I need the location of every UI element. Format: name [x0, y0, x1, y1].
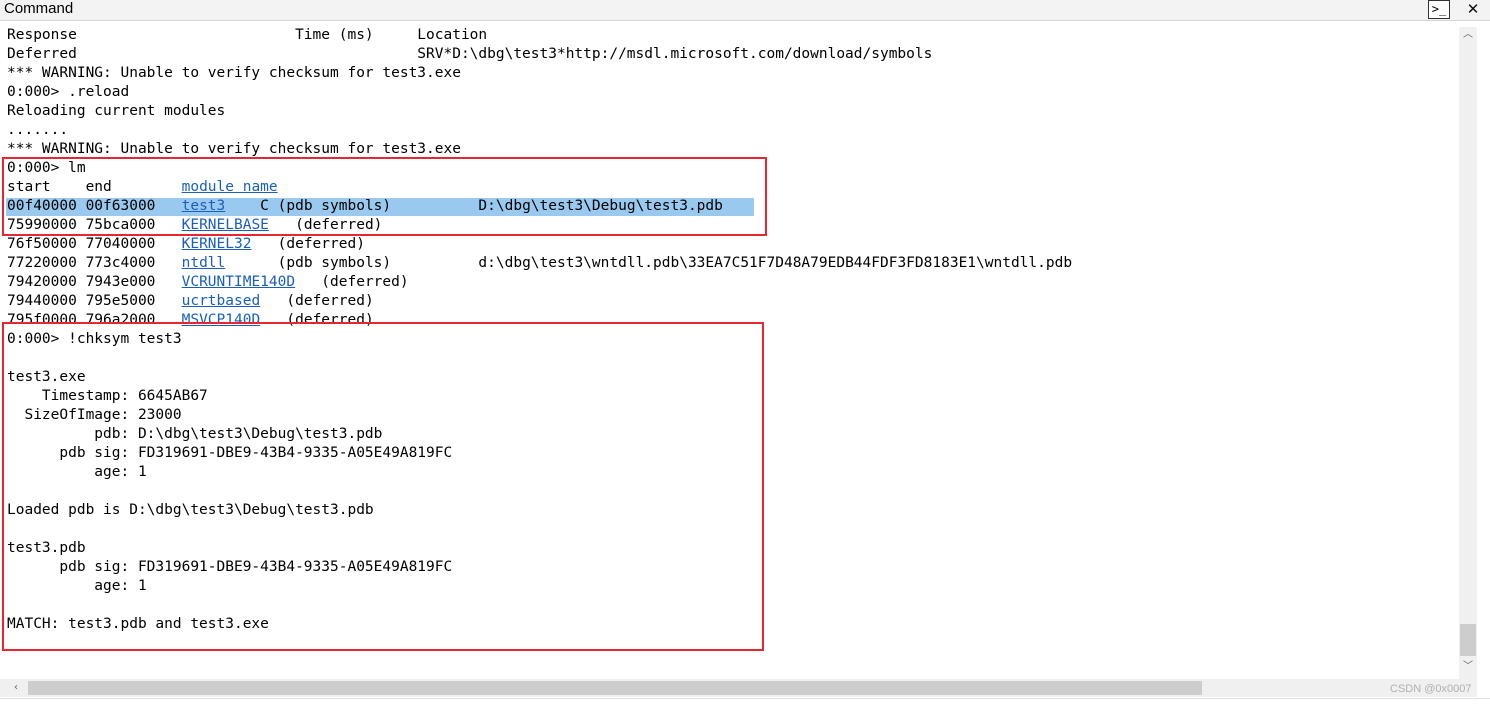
output-line: 0:000> .reload	[7, 84, 130, 100]
output-line: 76f50000 77040000 KERNEL32 (deferred)	[7, 236, 365, 252]
horizontal-scrollbar[interactable]: ‹	[0, 679, 1477, 697]
module-link[interactable]: ntdll	[182, 255, 226, 271]
output-line: 79440000 795e5000 ucrtbased (deferred)	[7, 293, 374, 309]
output-line: Deferred SRV*D:\dbg\test3*http://msdl.mi…	[7, 46, 933, 62]
output-line: 79420000 7943e000 VCRUNTIME140D (deferre…	[7, 274, 409, 290]
output-line: .......	[7, 122, 69, 138]
scroll-down-icon[interactable]: ﹀	[1459, 659, 1477, 675]
module-link[interactable]: ucrtbased	[182, 293, 261, 309]
output-line: Response Time (ms) Location	[7, 27, 488, 43]
watermark: CSDN @0x0007	[1390, 683, 1472, 695]
output-line: *** WARNING: Unable to verify checksum f…	[7, 65, 461, 81]
horizontal-scroll-thumb[interactable]	[28, 681, 1202, 695]
module-link[interactable]: VCRUNTIME140D	[182, 274, 296, 290]
lm-highlight-box	[2, 157, 767, 236]
scroll-up-icon[interactable]: ︿	[1459, 27, 1477, 43]
chksym-highlight-box	[2, 322, 764, 651]
close-icon[interactable]: ✕	[1456, 0, 1490, 20]
vertical-scrollbar[interactable]: ︿ ﹀	[1459, 27, 1477, 679]
window-title: Command	[4, 0, 74, 17]
title-bar: Command >_ ✕	[0, 0, 1490, 21]
scroll-left-icon[interactable]: ‹	[8, 679, 24, 697]
command-prompt-icon[interactable]: >_	[1428, 0, 1450, 19]
module-link[interactable]: KERNEL32	[182, 236, 252, 252]
command-output[interactable]: Response Time (ms) Location Deferred SRV*…	[0, 27, 1457, 679]
output-line: 77220000 773c4000 ntdll (pdb symbols) d:…	[7, 255, 1073, 271]
output-line: Reloading current modules	[7, 103, 226, 119]
vertical-scroll-thumb[interactable]	[1460, 624, 1476, 656]
